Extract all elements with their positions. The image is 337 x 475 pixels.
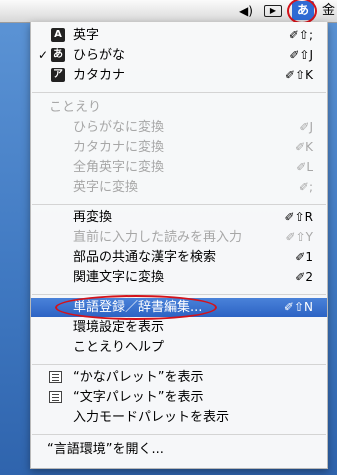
menu-item-kana-palette[interactable]: “かなパレット”を表示 [31,368,327,387]
menu-shortcut: ✐K [295,140,313,154]
menu-divider [32,294,326,295]
menu-divider [32,364,326,365]
menu-shortcut: ✐⇧Y [285,230,313,244]
menu-shortcut: ✐J [299,120,313,134]
menu-item-label: カタカナに変換 [73,140,165,155]
menu-shortcut: ✐⇧N [283,300,313,314]
option-key-icon: ✐ [288,28,299,42]
speaker-icon[interactable]: ◀) [236,0,256,22]
section-label: ことえり [49,100,102,115]
menu-item-label: 英字に変換 [73,180,139,195]
option-key-icon: ✐ [296,160,307,174]
menu-item-katakana[interactable]: ア カタカナ ✐⇧K [31,66,327,85]
palette-icon [49,391,62,403]
menu-item-reenter-reading: 直前に入力した読みを再入力 ✐⇧Y [31,228,327,247]
menu-divider [32,204,326,205]
menu-shortcut: ✐L [296,160,313,174]
menu-item-help[interactable]: ことえりヘルプ [31,338,327,357]
highlight-ring-selection [55,295,217,320]
keyboard-icon[interactable]: ▶ [262,0,284,22]
menu-item-word-registration[interactable]: 単語登録／辞書編集... ✐⇧N [31,295,327,320]
menu-item-preferences[interactable]: 環境設定を表示 [31,318,327,337]
highlight-ring-ime [287,0,317,24]
menu-shortcut: ✐; [298,180,313,194]
menu-item-eiji[interactable]: A 英字 ✐⇧; [31,26,327,45]
option-key-icon: ✐ [285,230,296,244]
option-key-icon: ✐ [289,48,300,62]
menu-item-label: 再変換 [73,210,113,225]
option-key-icon: ✐ [298,180,309,194]
menu-item-label: 関連文字に変換 [73,270,165,285]
option-key-icon: ✐ [283,300,294,314]
option-key-icon: ✐ [295,250,306,264]
menu-item-to-katakana: カタカナに変換 ✐K [31,138,327,157]
hiragana-mode-icon: あ [51,48,65,62]
menu-item-search-kanji[interactable]: 部品の共通な漢字を検索 ✐1 [31,248,327,267]
option-key-icon: ✐ [284,210,295,224]
menu-shortcut: ✐1 [295,250,313,264]
checkmark-icon: ✓ [37,48,49,62]
menu-item-label: 英字 [73,28,100,43]
option-key-icon: ✐ [295,140,306,154]
menu-item-to-hiragana: ひらがなに変換 ✐J [31,118,327,137]
menu-item-related-chars[interactable]: 関連文字に変換 ✐2 [31,268,327,287]
menu-item-label: ひらがなに変換 [73,120,165,135]
menu-shortcut: ✐2 [295,270,313,284]
menu-item-label: 入力モードパレットを表示 [73,410,230,425]
menu-item-label: 全角英字に変換 [73,160,165,175]
menu-item-label: 環境設定を表示 [73,320,165,335]
palette-icon [49,371,62,383]
menu-item-label: 部品の共通な漢字を検索 [73,250,217,265]
menu-bar: ◀) ▶ あ 金 [0,0,337,24]
menu-item-hiragana[interactable]: ✓ あ ひらがな ✐⇧J [31,46,327,65]
menu-divider [32,434,326,435]
eiji-mode-icon: A [51,28,65,42]
katakana-mode-icon: ア [51,68,65,82]
option-key-icon: ✐ [285,68,296,82]
menu-shortcut: ✐⇧J [289,48,313,62]
menu-divider [32,92,326,93]
menu-item-label: ことえりヘルプ [73,340,165,355]
menu-item-open-language-env[interactable]: “言語環境”を開く... [31,440,327,459]
option-key-icon: ✐ [299,120,310,134]
menu-shortcut: ✐⇧R [284,210,313,224]
menu-item-label: “かなパレット”を表示 [73,370,204,385]
menu-item-label: カタカナ [73,68,126,83]
menu-item-label: “言語環境”を開く... [47,442,164,457]
menu-item-label: 直前に入力した読みを再入力 [73,230,243,245]
menu-item-label: ひらがな [73,48,126,63]
menu-shortcut: ✐⇧K [285,68,313,82]
option-key-icon: ✐ [295,270,306,284]
clock-label[interactable]: 金 [322,0,337,22]
menu-item-input-mode-palette[interactable]: 入力モードパレットを表示 [31,408,327,427]
menu-item-label: “文字パレット”を表示 [73,390,204,405]
menu-item-reconvert[interactable]: 再変換 ✐⇧R [31,208,327,227]
menu-item-to-fullwidth: 全角英字に変換 ✐L [31,158,327,177]
input-method-dropdown-menu: A 英字 ✐⇧; ✓ あ ひらがな ✐⇧J ア カタカナ ✐⇧K ことえり ひら… [30,22,328,469]
section-header-kotoeri: ことえり [31,98,327,117]
menu-item-to-eiji: 英字に変換 ✐; [31,178,327,197]
menu-item-character-palette[interactable]: “文字パレット”を表示 [31,388,327,407]
menu-shortcut: ✐⇧; [288,28,313,42]
